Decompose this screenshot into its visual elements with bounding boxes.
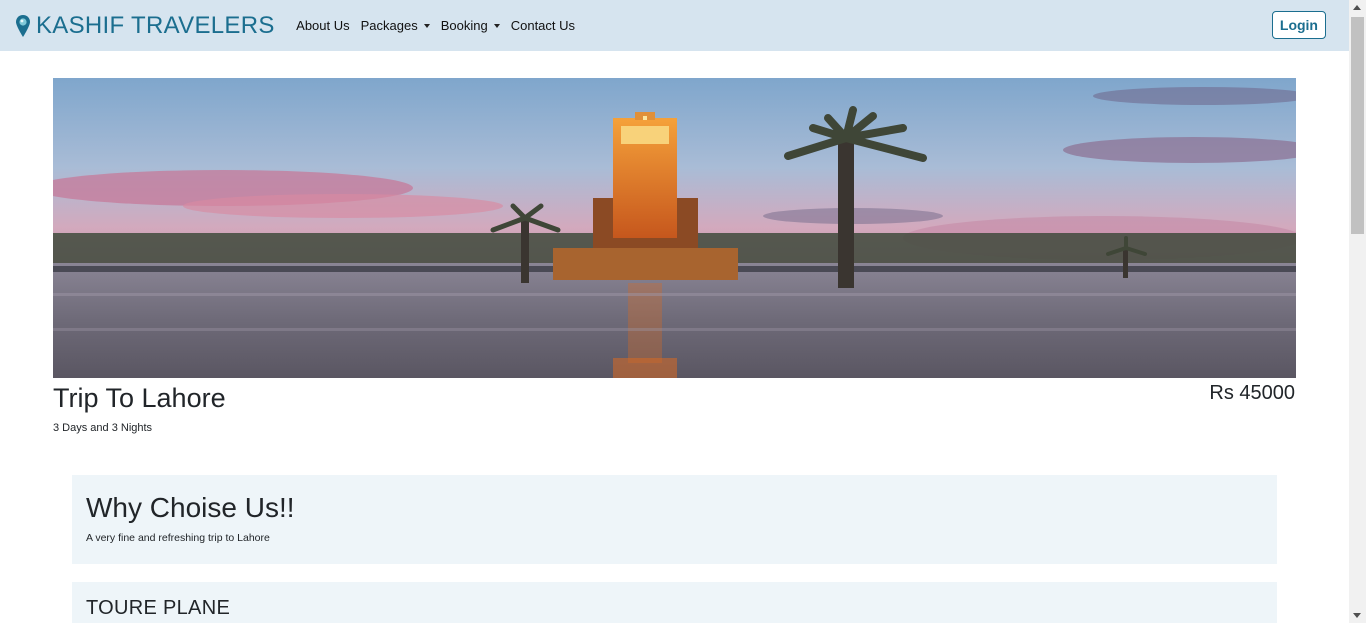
- hero-image: [53, 78, 1296, 378]
- nav-packages-dropdown[interactable]: Packages: [361, 18, 430, 33]
- why-choose-us-text: A very fine and refreshing trip to Lahor…: [86, 532, 270, 544]
- trip-duration: 3 Days and 3 Nights: [53, 422, 153, 434]
- page-scrollbar[interactable]: [1349, 0, 1366, 623]
- nav-contact-us[interactable]: Contact Us: [511, 18, 575, 33]
- brand-link[interactable]: KASHIF TRAVELERS: [16, 12, 275, 40]
- why-choose-us-heading: Why Choise Us!!: [86, 492, 295, 523]
- nav-links: About Us Packages Booking Contact Us: [291, 18, 581, 33]
- brand-name: KASHIF TRAVELERS: [36, 11, 275, 39]
- caret-down-icon: [423, 23, 430, 28]
- nav-contact-us-label: Contact Us: [510, 18, 576, 33]
- scroll-up-arrow-icon[interactable]: [1353, 5, 1361, 10]
- nav-booking-dropdown[interactable]: Booking: [441, 18, 500, 33]
- scroll-down-arrow-icon[interactable]: [1353, 613, 1361, 618]
- caret-down-icon: [493, 23, 500, 28]
- map-pin-icon: [16, 14, 30, 37]
- top-navbar: KASHIF TRAVELERS About Us Packages Booki…: [0, 0, 1349, 51]
- trip-price: Rs 45000: [1209, 382, 1295, 404]
- login-button[interactable]: Login: [1271, 11, 1326, 39]
- nav-booking-label: Booking: [440, 18, 488, 33]
- tour-plan-heading: TOURE PLANE: [86, 597, 231, 619]
- nav-about-us[interactable]: About Us: [296, 18, 349, 33]
- nav-about-us-label: About Us: [296, 18, 350, 33]
- nav-packages-label: Packages: [360, 18, 418, 33]
- clock-tower-photo: [53, 78, 1296, 378]
- tour-plan-card: TOURE PLANE: [72, 582, 1277, 623]
- why-choose-us-card: Why Choise Us!! A very fine and refreshi…: [72, 475, 1277, 564]
- scrollbar-thumb[interactable]: [1351, 17, 1364, 234]
- trip-title: Trip To Lahore: [53, 383, 226, 413]
